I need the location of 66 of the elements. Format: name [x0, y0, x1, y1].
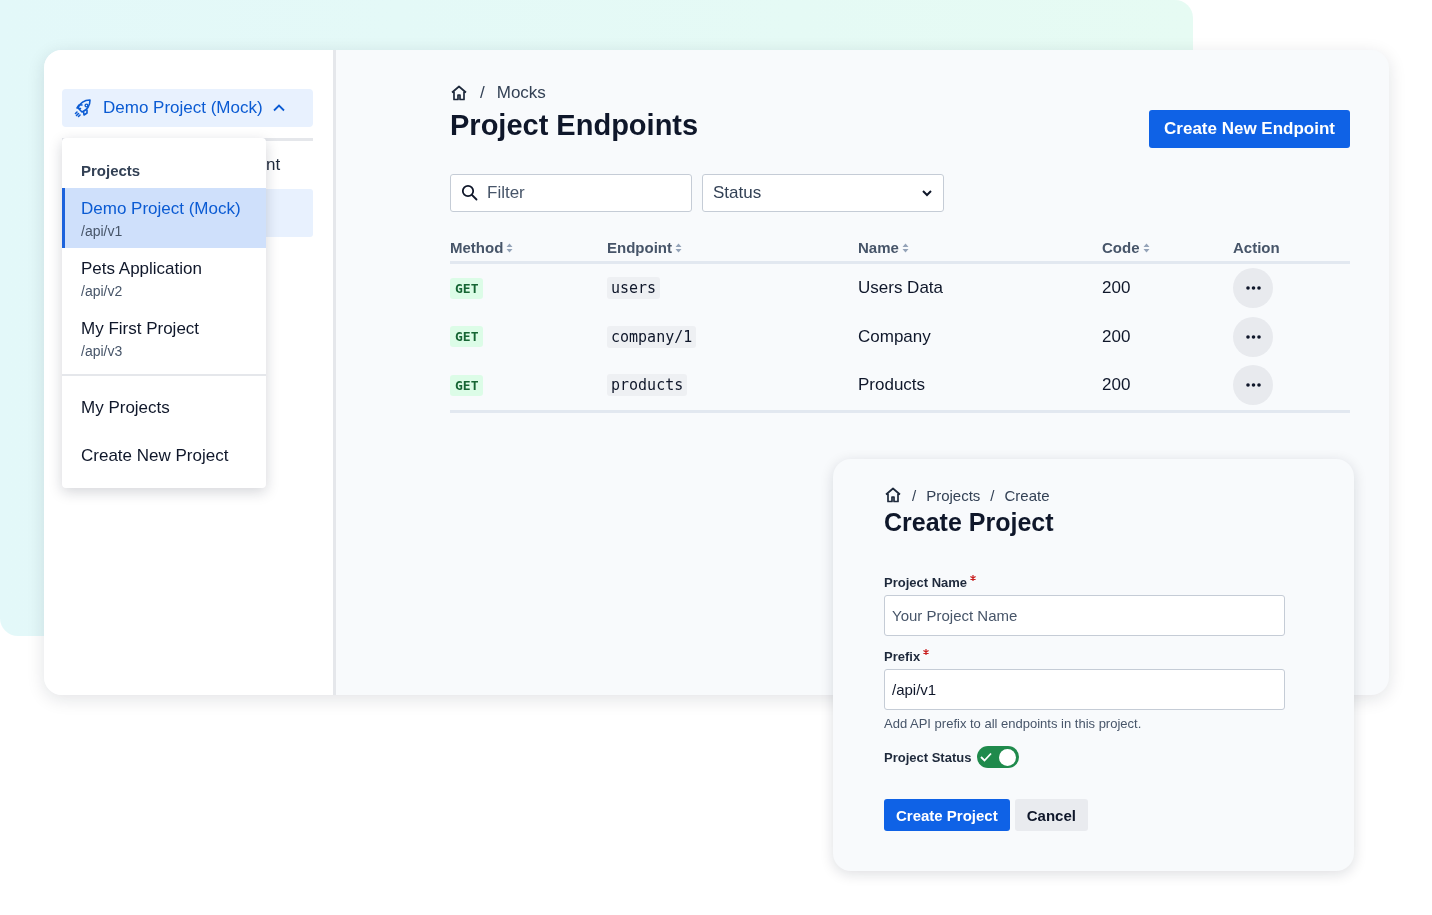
table-cell-text: 200: [1102, 277, 1132, 300]
more-actions-button[interactable]: [1233, 268, 1273, 309]
menu-link[interactable]: My Projects: [62, 384, 266, 432]
status-select[interactable]: Status: [702, 174, 944, 212]
table-cell-text: 200: [1102, 325, 1132, 348]
create-project-button[interactable]: Create Project: [884, 799, 1010, 831]
filter-field[interactable]: Filter: [450, 174, 692, 212]
project-switcher[interactable]: Demo Project (Mock): [62, 89, 313, 127]
required-icon: [970, 575, 977, 581]
required-icon: [923, 649, 930, 655]
project-prefix: /api/v1: [81, 223, 124, 239]
rocket-icon: [74, 98, 94, 118]
project-menu-item[interactable]: Demo Project (Mock) /api/v1: [62, 188, 266, 248]
field-label: Project Name: [884, 575, 977, 590]
column-header[interactable]: Name: [858, 239, 909, 256]
table-cell: Products: [858, 361, 1102, 413]
sort-icon[interactable]: [1142, 242, 1150, 253]
cancel-button[interactable]: Cancel: [1014, 799, 1088, 831]
ellipsis-icon: [1245, 334, 1261, 339]
status-toggle[interactable]: [977, 746, 1020, 768]
breadcrumb-link[interactable]: Mocks: [496, 83, 546, 103]
ellipsis-icon: [1245, 286, 1261, 291]
breadcrumb-link[interactable]: Projects: [926, 486, 981, 504]
method-tag: GET: [450, 277, 484, 299]
column-header[interactable]: Code: [1102, 239, 1150, 256]
project-menu-item[interactable]: Pets Application /api/v2: [59, 248, 266, 308]
input-field[interactable]: Your Project Name: [884, 595, 1285, 636]
table-cell: 200: [1102, 361, 1233, 413]
card-title: Create Project: [884, 508, 1055, 537]
sort-icon[interactable]: [675, 242, 682, 253]
breadcrumb-separator: /: [912, 486, 917, 504]
project-menu-item[interactable]: My First Project /api/v3: [59, 308, 266, 368]
project-name: Pets Application: [81, 259, 203, 279]
chevron-down-icon: [921, 187, 933, 199]
field-label: Prefix: [884, 649, 930, 664]
more-actions-button[interactable]: [1233, 316, 1273, 357]
project-prefix: /api/v2: [81, 283, 124, 299]
method-tag: GET: [450, 374, 484, 396]
method-tag: GET: [450, 326, 484, 348]
project-name: My First Project: [81, 319, 201, 339]
sort-icon[interactable]: [901, 242, 909, 253]
field-label: Project Status: [884, 749, 972, 765]
column-header[interactable]: Endpoint: [607, 239, 682, 256]
column-header[interactable]: Method: [450, 239, 514, 256]
page-title: Project Endpoints: [450, 109, 699, 142]
help-text: Add API prefix to all endpoints in this project.: [884, 716, 1143, 731]
breadcrumb-separator: /: [990, 486, 995, 504]
endpoint-path: products: [607, 374, 688, 397]
column-header: Action: [1233, 239, 1280, 256]
breadcrumb-link[interactable]: Create: [1004, 486, 1050, 504]
sort-icon[interactable]: [506, 242, 514, 253]
endpoint-path: users: [607, 277, 661, 300]
input-field[interactable]: /api/v1: [884, 669, 1285, 710]
menu-heading: Projects: [80, 162, 142, 179]
more-actions-button[interactable]: [1233, 365, 1273, 406]
menu-link[interactable]: Create New Project: [62, 432, 266, 480]
check-icon: [980, 752, 993, 762]
project-prefix: /api/v3: [81, 343, 124, 359]
search-icon: [461, 184, 478, 201]
endpoint-path: company/1: [607, 325, 697, 348]
breadcrumb-separator: /: [480, 83, 485, 103]
table-cell-text: Users Data: [858, 277, 945, 300]
create-endpoint-button[interactable]: Create New Endpoint: [1149, 110, 1350, 148]
table-cell-text: Company: [858, 325, 932, 348]
ellipsis-icon: [1245, 383, 1261, 388]
project-name: Demo Project (Mock): [81, 199, 242, 219]
